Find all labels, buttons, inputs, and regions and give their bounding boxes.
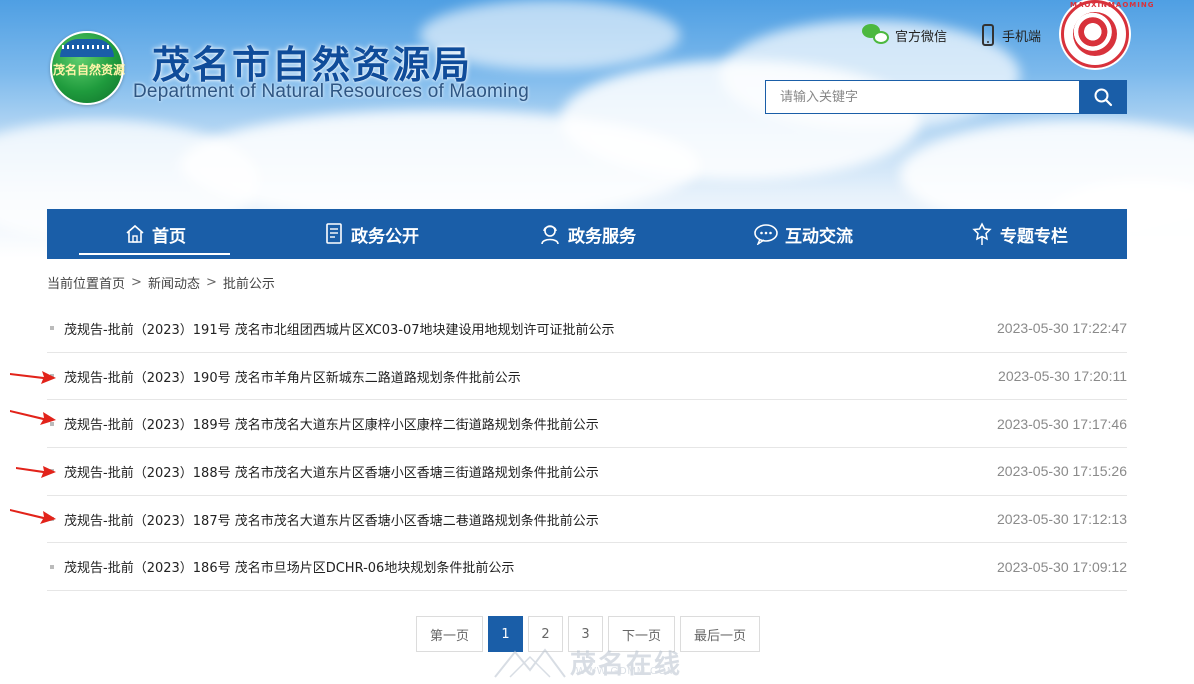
home-icon (126, 224, 144, 243)
breadcrumb-separator: > (131, 274, 142, 290)
news-item[interactable]: 茂规告-批前（2023）190号 茂名市羊角片区新城东二路道路规划条件批前公示 … (47, 353, 1127, 401)
mobile-label: 手机端 (1002, 29, 1042, 45)
breadcrumb-prefix: 当前位置 (47, 276, 100, 292)
wechat-label: 官方微信 (895, 29, 948, 45)
nav-special-topics[interactable]: 专题专栏 (911, 209, 1127, 259)
main-nav: 首页 政务公开 政务服务 互动交流 专题专栏 (47, 209, 1127, 259)
bullet-icon (50, 564, 54, 569)
nav-home-label: 首页 (152, 226, 186, 247)
news-date: 2023-05-30 17:15:26 (997, 463, 1127, 480)
news-date: 2023-05-30 17:12:13 (997, 511, 1127, 528)
service-person-icon (541, 225, 559, 245)
watermark-url: WWW.GDMM.COM (576, 666, 677, 677)
first-page-button[interactable]: 第一页 (416, 616, 483, 652)
logo-dots (62, 45, 112, 49)
news-title[interactable]: 茂规告-批前（2023）189号 茂名市茂名大道东片区康梓小区康梓二街道路规划条… (64, 414, 599, 433)
news-title-link[interactable]: 茂规告-批前（2023）188号 茂名市茂名大道东片区香塘小区香塘三街道路规划条… (47, 462, 599, 481)
news-title[interactable]: 茂规告-批前（2023）188号 茂名市茂名大道东片区香塘小区香塘三街道路规划条… (64, 462, 599, 481)
site-subtitle: Department of Natural Resources of Maomi… (133, 81, 529, 102)
nav-interaction-label: 互动交流 (785, 226, 853, 247)
emblem-ring-text: MAOXINMAOMING (1070, 1, 1155, 9)
ribbon-icon (972, 222, 992, 245)
watermark: 茂名在线 WWW.GDMM.COM (490, 640, 682, 684)
last-page-button[interactable]: 最后一页 (680, 616, 760, 652)
news-item[interactable]: 茂规告-批前（2023）188号 茂名市茂名大道东片区香塘小区香塘三街道路规划条… (47, 448, 1127, 496)
news-title[interactable]: 茂规告-批前（2023）187号 茂名市茂名大道东片区香塘小区香塘二巷道路规划条… (64, 510, 599, 529)
nav-government-services-label: 政务服务 (568, 226, 636, 247)
news-item[interactable]: 茂规告-批前（2023）189号 茂名市茂名大道东片区康梓小区康梓二街道路规划条… (47, 400, 1127, 449)
news-title-link[interactable]: 茂规告-批前（2023）190号 茂名市羊角片区新城东二路道路规划条件批前公示 (47, 367, 521, 386)
search-box (765, 80, 1127, 114)
logo-text: 茂名自然资源 (52, 63, 125, 77)
news-title-link[interactable]: 茂规告-批前（2023）189号 茂名市茂名大道东片区康梓小区康梓二街道路规划条… (47, 414, 599, 433)
document-icon (326, 223, 342, 244)
nav-government-affairs-label: 政务公开 (351, 226, 419, 247)
news-title[interactable]: 茂规告-批前（2023）191号 茂名市北组团西城片区XC03-07地块建设用地… (64, 319, 615, 338)
news-date: 2023-05-30 17:20:11 (998, 368, 1127, 385)
news-item[interactable]: 茂规告-批前（2023）191号 茂名市北组团西城片区XC03-07地块建设用地… (47, 305, 1127, 353)
annotation-arrow-icon (10, 509, 56, 524)
news-list: 茂规告-批前（2023）191号 茂名市北组团西城片区XC03-07地块建设用地… (47, 305, 1127, 592)
wechat-link[interactable]: 官方微信 (862, 24, 947, 46)
search-button[interactable] (1079, 81, 1126, 113)
news-title-link[interactable]: 茂规告-批前（2023）187号 茂名市茂名大道东片区香塘小区香塘二巷道路规划条… (47, 510, 599, 529)
emblem-logo-icon (1073, 12, 1117, 56)
watermark-logo-icon (494, 648, 566, 678)
news-date: 2023-05-30 17:17:46 (997, 415, 1127, 432)
cloud-decoration (180, 110, 700, 220)
news-item[interactable]: 茂规告-批前（2023）186号 茂名市旦场片区DCHR-06地块规划条件批前公… (47, 543, 1127, 592)
news-title-link[interactable]: 茂规告-批前（2023）186号 茂名市旦场片区DCHR-06地块规划条件批前公… (47, 557, 514, 576)
news-title[interactable]: 茂规告-批前（2023）190号 茂名市羊角片区新城东二路道路规划条件批前公示 (64, 367, 521, 386)
breadcrumb-news[interactable]: 新闻动态 (148, 273, 200, 292)
news-item[interactable]: 茂规告-批前（2023）187号 茂名市茂名大道东片区香塘小区香塘二巷道路规划条… (47, 496, 1127, 544)
breadcrumb-current[interactable]: 批前公示 (223, 273, 275, 292)
bullet-icon (50, 326, 54, 331)
annotation-arrow-icon (10, 371, 56, 384)
annotation-arrow-icon (16, 466, 56, 478)
nav-interaction[interactable]: 互动交流 (695, 209, 911, 259)
mobile-link[interactable]: 手机端 (982, 24, 1041, 46)
nav-government-affairs[interactable]: 政务公开 (263, 209, 479, 259)
phone-icon (982, 24, 994, 46)
nav-government-services[interactable]: 政务服务 (479, 209, 695, 259)
breadcrumb-separator: > (205, 274, 217, 290)
nav-home[interactable]: 首页 (47, 209, 263, 259)
breadcrumb-home[interactable]: 首页 (99, 273, 125, 292)
search-icon (1094, 88, 1112, 107)
wechat-icon (862, 24, 890, 46)
city-emblem[interactable]: MAOXINMAOMING (1061, 0, 1153, 68)
news-title-link[interactable]: 茂规告-批前（2023）191号 茂名市北组团西城片区XC03-07地块建设用地… (47, 319, 615, 338)
news-date: 2023-05-30 17:22:47 (997, 320, 1127, 337)
news-title[interactable]: 茂规告-批前（2023）186号 茂名市旦场片区DCHR-06地块规划条件批前公… (64, 557, 514, 576)
annotation-arrow-icon (10, 410, 56, 425)
nav-special-topics-label: 专题专栏 (1000, 226, 1068, 247)
search-input[interactable] (766, 81, 1079, 113)
site-logo[interactable]: 茂名自然资源 (50, 31, 125, 105)
chat-bubble-icon (754, 224, 778, 245)
news-date: 2023-05-30 17:09:12 (997, 558, 1127, 575)
breadcrumb: 当前位置 首页 > 新闻动态 > 批前公示 (47, 273, 275, 292)
